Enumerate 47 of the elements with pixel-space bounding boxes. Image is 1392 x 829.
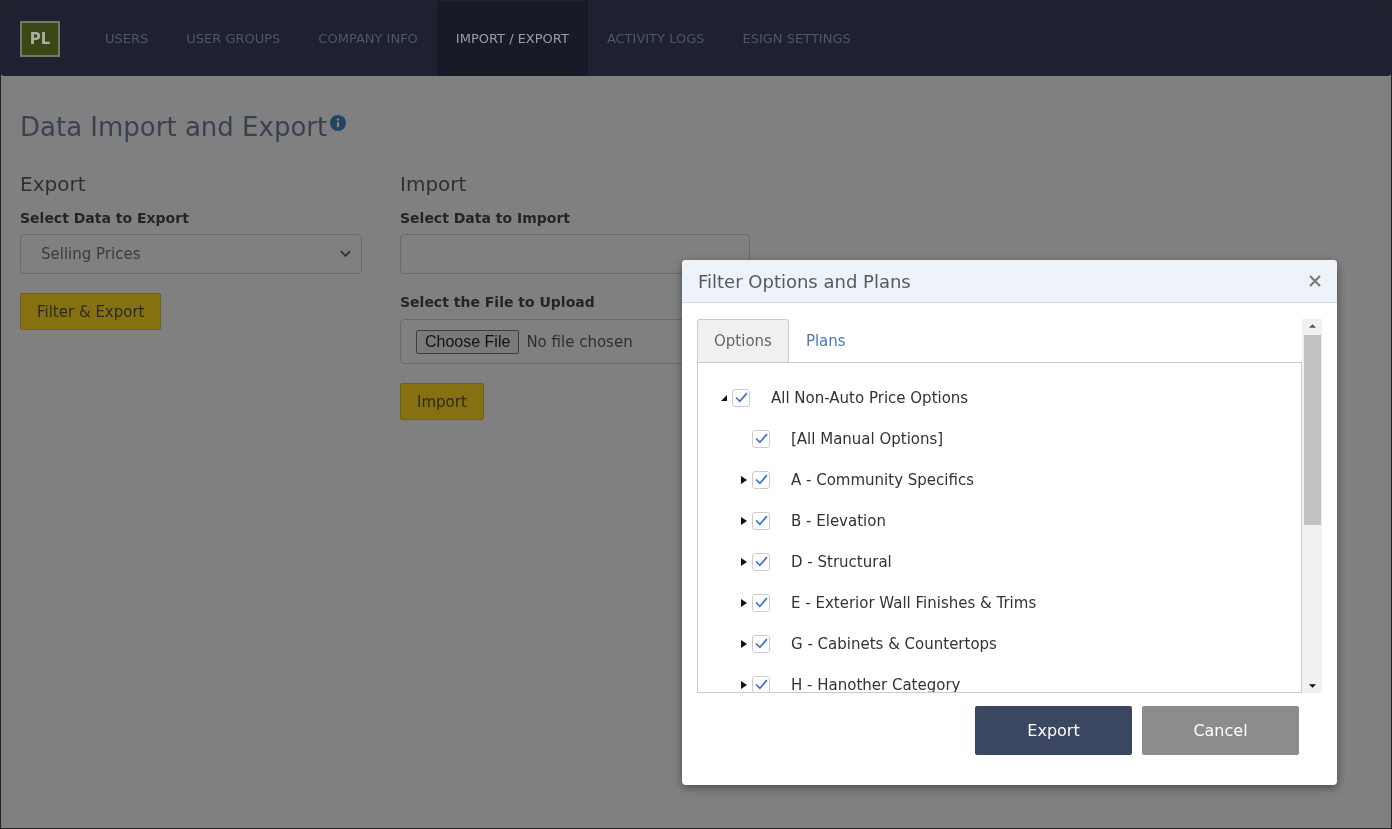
collapsed-triangle-icon[interactable] <box>740 639 748 648</box>
collapsed-triangle-icon[interactable] <box>740 557 748 566</box>
scrollbar[interactable] <box>1302 319 1322 693</box>
tree-item-label[interactable]: E - Exterior Wall Finishes & Trims <box>791 593 1037 612</box>
checkbox[interactable] <box>732 388 750 407</box>
filter-export-button[interactable]: Filter & Export <box>20 293 162 330</box>
close-icon[interactable] <box>1309 275 1321 287</box>
scroll-up-arrow-icon[interactable] <box>1307 323 1317 329</box>
tree-item-label[interactable]: H - Hanother Category <box>791 675 961 692</box>
page-title: Data Import and Export <box>20 112 328 142</box>
checkbox[interactable] <box>752 593 770 612</box>
tree-item-label[interactable]: All Non-Auto Price Options <box>771 388 969 407</box>
export-select[interactable]: Selling Prices <box>20 234 362 274</box>
checkbox[interactable] <box>752 429 770 448</box>
checkbox[interactable] <box>752 552 770 571</box>
tree-item-label[interactable]: G - Cabinets & Countertops <box>791 634 997 653</box>
info-icon[interactable] <box>330 115 347 131</box>
checkbox[interactable] <box>752 675 770 692</box>
checkbox[interactable] <box>752 470 770 489</box>
logo-badge[interactable]: PL <box>20 20 60 57</box>
cancel-button[interactable]: Cancel <box>1142 706 1299 755</box>
dialog-title: Filter Options and Plans <box>698 270 911 292</box>
section-heading: Import <box>400 172 468 196</box>
nav-tab[interactable]: IMPORT / EXPORT <box>436 1 588 76</box>
collapsed-triangle-icon[interactable] <box>740 516 748 525</box>
checkbox[interactable] <box>752 634 770 653</box>
dialog-tab[interactable]: Options <box>697 319 789 362</box>
field-label: Select the File to Upload <box>400 294 596 310</box>
chevron-down-icon <box>340 250 351 258</box>
tree-item-label[interactable]: [All Manual Options] <box>791 429 944 448</box>
expanded-triangle-icon[interactable] <box>720 393 728 402</box>
field-label: Select Data to Export <box>20 210 190 226</box>
file-status: No file chosen <box>526 332 633 351</box>
choose-file-button[interactable]: Choose File <box>416 329 520 354</box>
collapsed-triangle-icon[interactable] <box>740 475 748 484</box>
section-heading: Export <box>20 172 87 196</box>
checkbox[interactable] <box>752 511 770 530</box>
tree-item-label[interactable]: A - Community Specifics <box>791 470 974 489</box>
export-button[interactable]: Export <box>975 706 1132 755</box>
collapsed-triangle-icon[interactable] <box>740 598 748 607</box>
tree-item-label[interactable]: D - Structural <box>791 552 892 571</box>
collapsed-triangle-icon[interactable] <box>740 680 748 689</box>
import-button[interactable]: Import <box>400 383 484 420</box>
field-label: Select Data to Import <box>400 210 572 226</box>
scroll-down-arrow-icon[interactable] <box>1307 683 1317 689</box>
tree-item-label[interactable]: B - Elevation <box>791 511 886 530</box>
dialog-tab[interactable]: Plans <box>788 319 863 362</box>
